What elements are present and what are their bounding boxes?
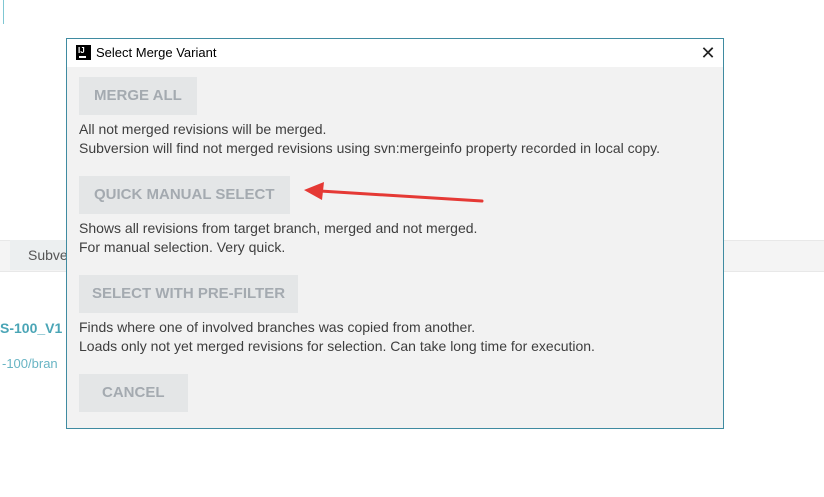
arrow-head bbox=[304, 182, 324, 200]
arrow-shaft bbox=[318, 189, 484, 203]
annotation-arrow-icon bbox=[304, 182, 484, 203]
